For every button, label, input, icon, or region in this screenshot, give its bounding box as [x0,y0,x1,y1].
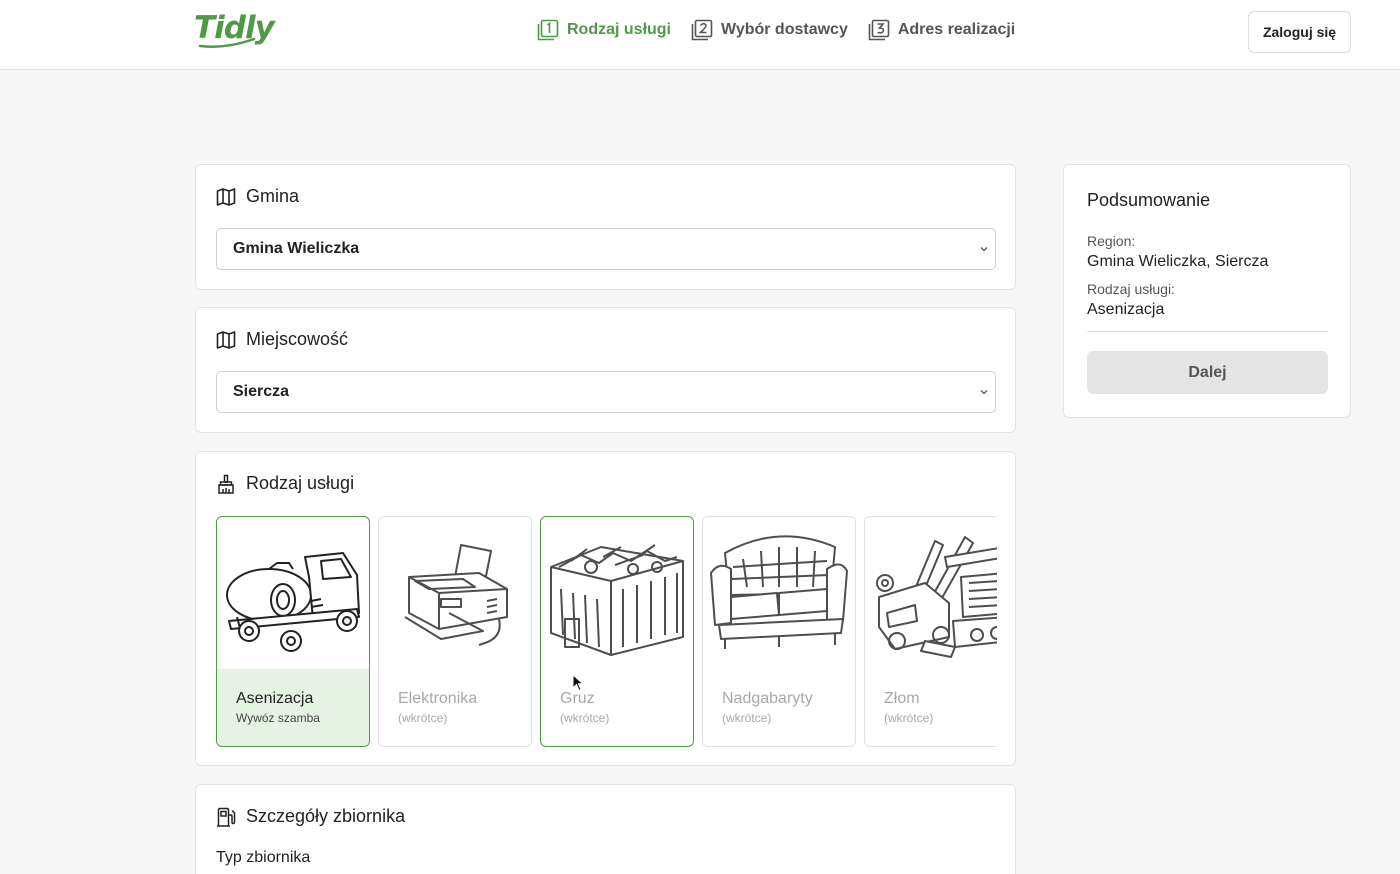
login-button[interactable]: Zaloguj się [1248,11,1351,53]
top-header: Tidly Rodzaj usługi Wybór dostawcy Adres… [0,0,1400,70]
next-button[interactable]: Dalej [1087,351,1328,394]
miejscowosc-select[interactable]: Siercza [216,371,996,413]
summary-divider [1087,331,1328,332]
gmina-select[interactable]: Gmina Wieliczka [216,228,996,270]
gmina-title: Gmina [216,186,299,207]
step-address[interactable]: Adres realizacji [868,19,1015,41]
service-card-footer: Elektronika (wkrótce) [379,669,531,746]
service-card-nadgabaryty[interactable]: Nadgabaryty (wkrótce) [702,516,856,747]
step-provider[interactable]: Wybór dostawcy [691,19,848,41]
service-type-value: Asenizacja [1087,301,1165,318]
service-card-elektronika[interactable]: Elektronika (wkrótce) [378,516,532,747]
fuel-tank-icon [217,807,236,827]
service-subtitle: Wywóz szamba [236,711,320,725]
service-list: Asenizacja Wywóz szamba Elektronika (wkr… [216,516,997,747]
gmina-title-label: Gmina [246,186,300,206]
map-icon [216,187,236,206]
service-type-title: Rodzaj usługi [216,473,354,494]
tank-details-card: Szczegóły zbiornika Typ zbiornika [195,784,1016,874]
service-subtitle: (wkrótce) [722,711,772,725]
mouse-cursor-icon [572,674,584,692]
summary-title: Podsumowanie [1087,190,1211,210]
miejscowosc-title: Miejscowość [216,329,348,350]
miejscowosc-card: Miejscowość Siercza [195,307,1016,433]
step-navigation: Rodzaj usługi Wybór dostawcy Adres reali… [537,19,1015,41]
tank-type-label: Typ zbiornika [216,849,311,866]
map-icon [216,330,236,349]
service-type-label: Rodzaj usługi: [1087,281,1175,297]
service-card-footer: Złom (wkrótce) [865,669,997,746]
step-one-icon [537,19,559,41]
step-service-type-label: Rodzaj usługi [567,21,671,38]
step-service-type[interactable]: Rodzaj usługi [537,19,671,41]
step-provider-label: Wybór dostawcy [721,21,848,38]
service-name: Złom [884,690,920,707]
service-card-footer: Nadgabaryty (wkrótce) [703,669,855,746]
service-name: Nadgabaryty [722,690,813,707]
step-three-icon [868,19,890,41]
service-name: Asenizacja [236,690,314,707]
summary-card: Podsumowanie Region: Gmina Wieliczka, Si… [1063,164,1351,418]
service-subtitle: (wkrótce) [560,711,610,725]
service-type-title-label: Rodzaj usługi [246,473,355,493]
tank-details-title-label: Szczegóły zbiornika [246,806,406,826]
broom-icon [218,474,234,494]
service-subtitle: (wkrótce) [884,711,934,725]
sofa-icon [710,535,848,649]
service-card-zlom[interactable]: Złom (wkrótce) [864,516,997,747]
region-label: Region: [1087,233,1136,249]
rubble-container-icon [550,544,684,656]
service-subtitle: (wkrótce) [398,711,448,725]
gmina-select-value: Gmina Wieliczka [233,240,360,257]
service-card-footer: Asenizacja Wywóz szamba [217,669,369,746]
service-name: Elektronika [398,690,478,707]
step-address-label: Adres realizacji [897,21,1016,38]
miejscowosc-select-value: Siercza [233,383,290,400]
septic-truck-icon [226,552,360,652]
scrap-metal-icon [876,536,997,658]
service-card-asenizacja[interactable]: Asenizacja Wywóz szamba [216,516,370,747]
miejscowosc-title-label: Miejscowość [246,329,349,349]
tank-details-title: Szczegóły zbiornika [216,806,405,827]
region-value: Gmina Wieliczka, Siercza [1087,253,1269,270]
service-type-card: Rodzaj usługi Asenizacja Wywóz szamba El… [195,451,1016,766]
service-card-gruz[interactable]: Gruz (wkrótce) [540,516,694,747]
logo-swoosh-icon [198,37,256,48]
printer-icon [404,544,508,646]
chevron-down-icon [980,390,988,395]
gmina-card: Gmina Gmina Wieliczka [195,164,1016,290]
service-card-footer: Gruz (wkrótce) [541,669,693,746]
step-two-icon [691,19,713,41]
chevron-down-icon [980,247,988,252]
service-name: Gruz [560,690,595,707]
